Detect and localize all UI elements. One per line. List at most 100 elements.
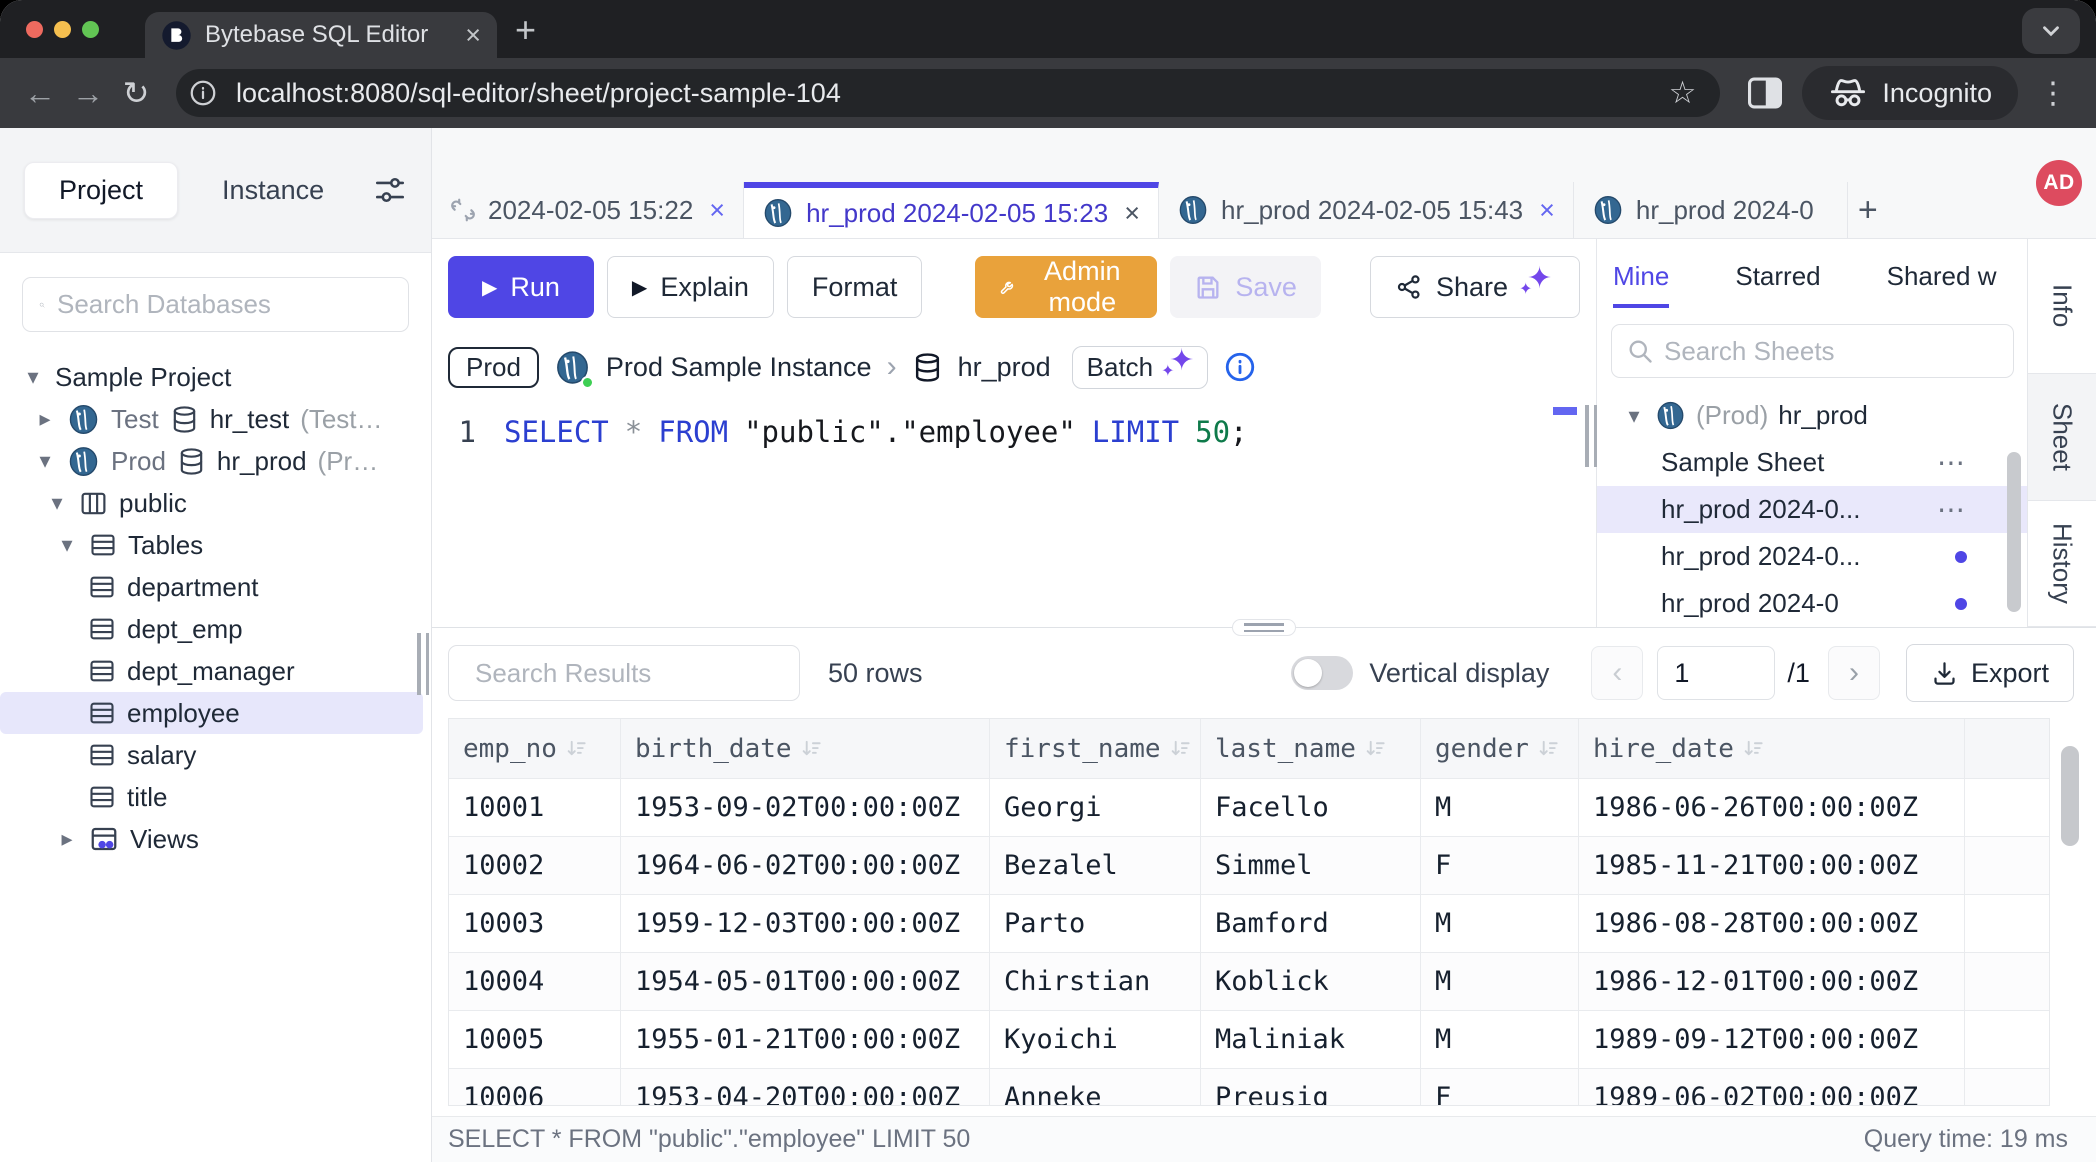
side-panel-icon[interactable] — [1746, 76, 1784, 110]
cell: Georgi — [990, 779, 1201, 837]
tree-project-row[interactable]: ▾ Sample Project — [0, 356, 431, 398]
tree-db-hr-prod[interactable]: ▾ Prod hr_prod (Pr… — [0, 440, 431, 482]
tree-group-tables[interactable]: ▾ Tables — [0, 524, 431, 566]
reload-icon[interactable]: ↻ — [112, 74, 160, 112]
tab-instance[interactable]: Instance — [222, 175, 324, 206]
database-search-input[interactable] — [57, 289, 392, 320]
ai-sparkles-icon[interactable]: ✦✦ — [1521, 270, 1555, 304]
tree-table-dept-manager[interactable]: dept_manager — [0, 650, 431, 692]
results-search[interactable] — [448, 645, 800, 701]
fullscreen-window-button[interactable] — [82, 21, 99, 38]
url-bar[interactable]: localhost:8080/sql-editor/sheet/project-… — [176, 69, 1720, 117]
results-resize-handle[interactable] — [1232, 619, 1296, 636]
column-header-birth-date[interactable]: birth_date — [621, 719, 990, 779]
code-area[interactable]: 1 SELECT * FROM "public"."employee" LIMI… — [432, 399, 1596, 627]
play-icon: ▶ — [632, 275, 647, 300]
tab-starred[interactable]: Starred — [1735, 261, 1820, 308]
close-tab-icon[interactable]: × — [1124, 198, 1140, 229]
forward-icon[interactable]: → — [64, 75, 112, 112]
results-search-input[interactable] — [475, 658, 810, 689]
tree-table-salary[interactable]: salary — [0, 734, 431, 776]
instance-name[interactable]: Prod Sample Instance — [606, 352, 872, 383]
database-search[interactable] — [22, 277, 409, 332]
share-button[interactable]: Share ✦✦ — [1370, 256, 1580, 318]
sheet-item-selected[interactable]: hr_prod 2024-0... ⋯ — [1597, 486, 2027, 533]
close-tab-icon[interactable]: × — [709, 195, 725, 226]
tree-table-title[interactable]: title — [0, 776, 431, 818]
tree-table-dept-emp[interactable]: dept_emp — [0, 608, 431, 650]
sheet-group-env: (Prod) — [1696, 400, 1768, 431]
info-icon[interactable] — [1223, 350, 1257, 384]
editor-tab-4[interactable]: hr_prod 2024-0 — [1574, 182, 1848, 238]
prev-page-button[interactable]: ‹ — [1591, 646, 1643, 700]
caret-down-icon: ▾ — [46, 490, 68, 516]
sheet-group-db: hr_prod — [1778, 400, 1868, 431]
code-minimap[interactable] — [1550, 399, 1580, 627]
tree-group-views[interactable]: ▸ Views — [0, 818, 431, 860]
editor-tab-1[interactable]: 2024-02-05 15:22 × — [432, 182, 744, 238]
sheet-list-scrollbar[interactable] — [2007, 452, 2021, 612]
tab-shared[interactable]: Shared w — [1887, 261, 1997, 308]
search-icon — [1626, 337, 1654, 365]
explain-button[interactable]: ▶ Explain — [607, 256, 774, 318]
editor-tab-label: hr_prod 2024-02-05 15:23 — [806, 198, 1108, 229]
database-icon — [912, 352, 943, 383]
batch-button[interactable]: Batch ✦✦ — [1072, 346, 1209, 389]
site-info-icon[interactable] — [184, 74, 222, 112]
tree-schema-public[interactable]: ▾ public — [0, 482, 431, 524]
tree-db-hr-test[interactable]: ▸ Test hr_test (Test… — [0, 398, 431, 440]
tab-sheet[interactable]: Sheet — [2028, 374, 2096, 500]
column-header-last-name[interactable]: last_name — [1201, 719, 1421, 779]
browser-tab-close-icon[interactable]: × — [465, 20, 481, 51]
sheet-search[interactable] — [1611, 324, 2014, 378]
save-button[interactable]: Save — [1170, 256, 1321, 318]
browser-menu-icon[interactable]: ⋮ — [2026, 76, 2080, 111]
admin-mode-button[interactable]: Admin mode — [975, 256, 1157, 318]
editor-tab-2-active[interactable]: hr_prod 2024-02-05 15:23 × — [744, 182, 1159, 238]
column-header-first-name[interactable]: first_name — [990, 719, 1201, 779]
tab-project[interactable]: Project — [24, 162, 178, 219]
column-header-hire-date[interactable]: hire_date — [1579, 719, 1965, 779]
sidebar-resize-handle[interactable] — [417, 633, 429, 695]
next-page-button[interactable]: › — [1828, 646, 1880, 700]
export-button[interactable]: Export — [1906, 644, 2074, 702]
editor-tab-3[interactable]: hr_prod 2024-02-05 15:43 × — [1159, 182, 1574, 238]
table-scrollbar[interactable] — [2061, 746, 2079, 1016]
tab-info[interactable]: Info — [2028, 239, 2096, 374]
new-tab-button[interactable]: + — [515, 8, 536, 52]
tree-table-department[interactable]: department — [0, 566, 431, 608]
column-header-emp-no[interactable]: emp_no — [449, 719, 621, 779]
browser-tab[interactable]: Bytebase SQL Editor × — [145, 12, 497, 58]
unsaved-dot — [1955, 598, 1967, 610]
page-number-input[interactable] — [1657, 646, 1775, 700]
panel-resize-handle[interactable] — [1585, 405, 1597, 467]
back-icon[interactable]: ← — [16, 75, 64, 112]
run-button[interactable]: ▶ Run — [448, 256, 594, 318]
tab-history[interactable]: History — [2028, 501, 2096, 627]
column-header-gender[interactable]: gender — [1421, 719, 1579, 779]
close-window-button[interactable] — [26, 21, 43, 38]
close-tab-icon[interactable]: × — [1539, 195, 1555, 226]
sheet-item[interactable]: Sample Sheet ⋯ — [1597, 439, 2027, 486]
sheet-search-input[interactable] — [1664, 336, 1999, 367]
sheet-list: ▾ (Prod) hr_prod Sample Sheet ⋯ hr_prod … — [1597, 392, 2027, 627]
wrench-icon — [999, 273, 1018, 301]
vertical-display-toggle[interactable] — [1291, 656, 1353, 690]
tree-table-employee[interactable]: employee — [0, 692, 423, 734]
bookmark-star-icon[interactable]: ☆ — [1655, 75, 1711, 111]
database-name[interactable]: hr_prod — [958, 352, 1051, 383]
filter-sliders-icon[interactable] — [373, 173, 407, 207]
minimize-window-button[interactable] — [54, 21, 71, 38]
query-time: Query time: 19 ms — [1864, 1125, 2068, 1154]
sheet-item[interactable]: hr_prod 2024-0 — [1597, 580, 2027, 627]
format-button[interactable]: Format — [787, 256, 923, 318]
sheet-group-row[interactable]: ▾ (Prod) hr_prod — [1597, 392, 2027, 439]
tab-mine[interactable]: Mine — [1613, 261, 1669, 308]
sheet-item[interactable]: hr_prod 2024-0... — [1597, 533, 2027, 580]
user-avatar[interactable]: AD — [2036, 160, 2082, 206]
more-icon[interactable]: ⋯ — [1937, 446, 1967, 479]
unlink-icon — [450, 197, 476, 223]
new-sheet-tab-button[interactable]: + — [1848, 182, 1888, 238]
tab-search-button[interactable] — [2022, 8, 2080, 54]
more-icon[interactable]: ⋯ — [1937, 493, 1967, 526]
